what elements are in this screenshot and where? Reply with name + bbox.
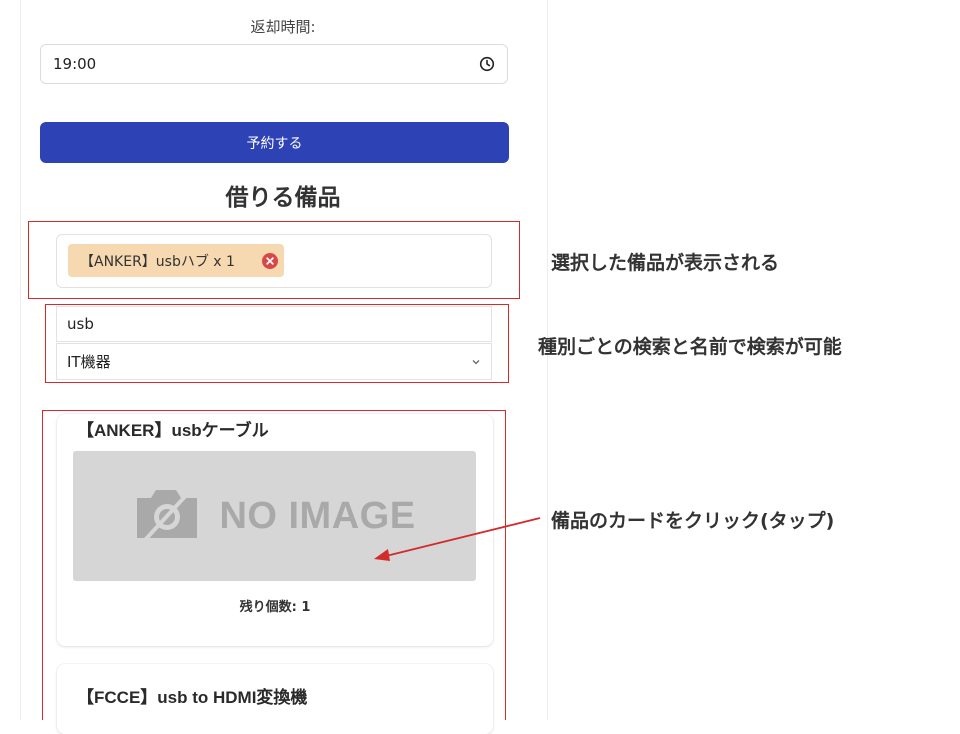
clock-icon[interactable]	[479, 56, 495, 72]
card-click-note: 備品のカードをクリック(タップ)	[551, 510, 835, 532]
return-time-label: 返却時間:	[250, 18, 316, 36]
borrow-items-title: 借りる備品	[225, 185, 341, 211]
return-time-value: 19:00	[53, 55, 97, 73]
return-time-input[interactable]: 19:00	[40, 44, 508, 84]
reserve-button[interactable]: 予約する	[40, 122, 509, 163]
search-note: 種別ごとの検索と名前で検索が可能	[538, 336, 842, 358]
cards-highlight	[42, 410, 506, 720]
selected-items-note: 選択した備品が表示される	[551, 252, 780, 274]
selected-items-highlight	[28, 221, 520, 299]
search-highlight	[45, 304, 509, 383]
